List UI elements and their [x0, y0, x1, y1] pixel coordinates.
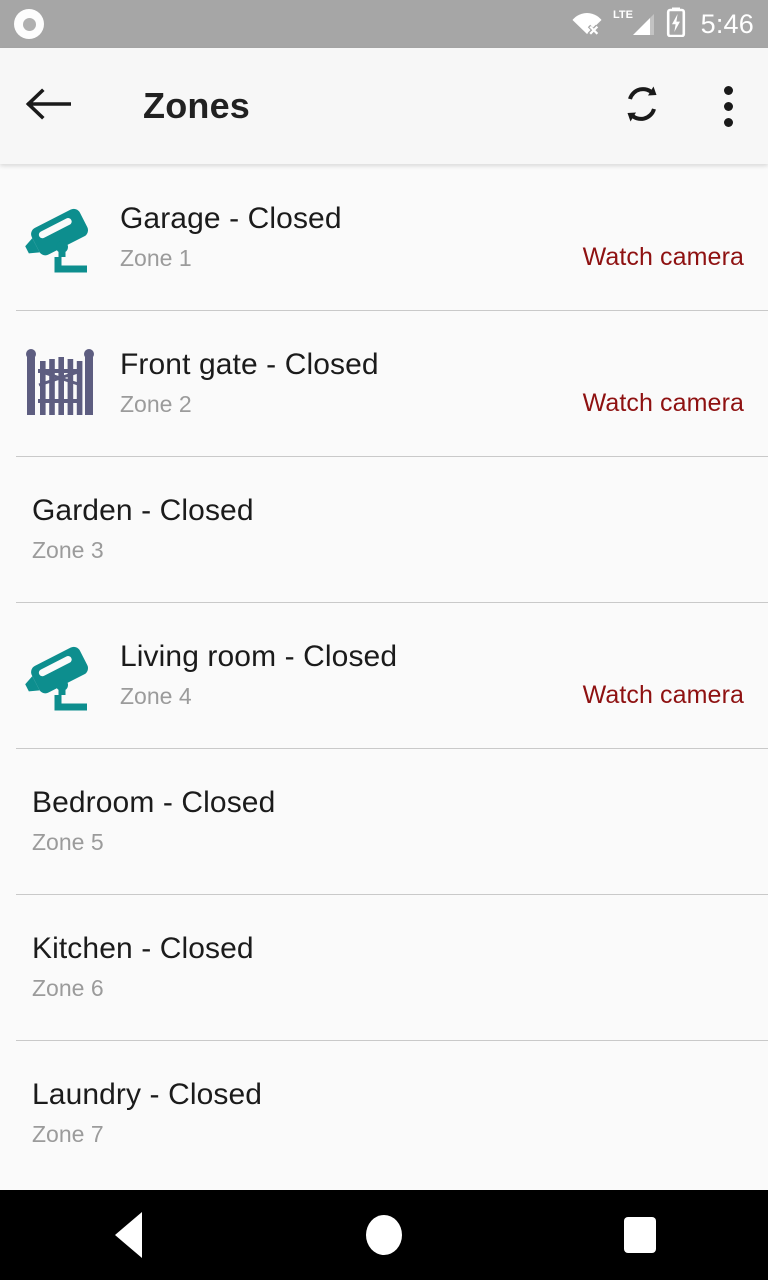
watch-camera-link[interactable]: Watch camera — [583, 243, 744, 272]
zone-subtitle: Zone 6 — [32, 975, 104, 1001]
watch-camera-link[interactable]: Watch camera — [583, 389, 744, 418]
overflow-menu-button[interactable] — [688, 48, 768, 164]
zone-row-text: Kitchen - Closed Zone 6 — [32, 931, 768, 1003]
zone-title: Living room - Closed — [120, 640, 398, 673]
zone-row[interactable]: Garden - Closed Zone 3 — [0, 456, 768, 602]
zone-title: Garage - Closed — [120, 202, 342, 235]
zone-subtitle: Zone 4 — [120, 683, 192, 709]
status-bar-left — [14, 9, 572, 39]
zone-row-text: Living room - Closed Zone 4 — [120, 639, 583, 711]
zone-row-action: Watch camera — [583, 164, 768, 310]
nav-home-circle-icon — [366, 1215, 402, 1255]
zone-row[interactable]: Laundry - Closed Zone 7 — [0, 1040, 768, 1186]
zone-row[interactable]: Front gate - Closed Zone 2 Watch camera — [0, 310, 768, 456]
zone-title: Bedroom - Closed — [32, 786, 276, 819]
status-bar: LTE 5:46 — [0, 0, 768, 48]
wifi-disconnected-icon — [572, 9, 602, 40]
zone-row-text: Laundry - Closed Zone 7 — [32, 1077, 768, 1149]
zone-list[interactable]: Garage - Closed Zone 1 Watch camera Front g… — [0, 164, 768, 1190]
circle-app-icon — [14, 9, 44, 39]
system-navigation-bar — [0, 1190, 768, 1280]
status-bar-right: LTE 5:46 — [572, 7, 754, 42]
refresh-button[interactable] — [596, 48, 688, 164]
battery-charging-icon — [666, 7, 686, 42]
refresh-sync-icon — [620, 82, 664, 131]
gate-icon — [0, 310, 120, 456]
zone-row[interactable]: Bedroom - Closed Zone 5 — [0, 748, 768, 894]
back-button[interactable] — [0, 48, 96, 164]
status-bar-clock: 5:46 — [700, 8, 754, 39]
zone-row[interactable]: Living room - Closed Zone 4 Watch camera — [0, 602, 768, 748]
zone-row-text: Front gate - Closed Zone 2 — [120, 347, 583, 419]
zone-row-text: Bedroom - Closed Zone 5 — [32, 785, 768, 857]
zone-subtitle: Zone 3 — [32, 537, 104, 563]
zone-title: Front gate - Closed — [120, 348, 379, 381]
zone-row[interactable]: Kitchen - Closed Zone 6 — [0, 894, 768, 1040]
app-toolbar: Zones — [0, 48, 768, 164]
zone-row-text: Garage - Closed Zone 1 — [120, 201, 583, 273]
zone-title: Garden - Closed — [32, 494, 254, 527]
back-arrow-icon — [25, 87, 72, 126]
page-title: Zones — [143, 85, 251, 126]
zone-subtitle: Zone 5 — [32, 829, 104, 855]
cellular-signal-icon: LTE — [613, 8, 655, 41]
zone-row-text: Garden - Closed Zone 3 — [32, 493, 768, 565]
zone-title: Kitchen - Closed — [32, 932, 254, 965]
nav-recents-button[interactable] — [565, 1190, 715, 1280]
zone-title: Laundry - Closed — [32, 1078, 263, 1111]
svg-text:LTE: LTE — [613, 9, 633, 21]
zone-subtitle: Zone 1 — [120, 245, 192, 271]
zone-row-action: Watch camera — [583, 310, 768, 456]
overflow-menu-icon — [723, 85, 733, 127]
cctv-camera-icon — [0, 164, 120, 310]
zone-row-action: Watch camera — [583, 602, 768, 748]
nav-home-button[interactable] — [309, 1190, 459, 1280]
nav-back-button[interactable] — [53, 1190, 203, 1280]
zone-row[interactable]: Garage - Closed Zone 1 Watch camera — [0, 164, 768, 310]
cctv-camera-icon — [0, 602, 120, 748]
nav-recents-square-icon — [624, 1217, 656, 1253]
zone-subtitle: Zone 2 — [120, 391, 192, 417]
app-screen: LTE 5:46 Zones Garage - Closed Zone 1 Wa… — [0, 0, 768, 1280]
nav-back-triangle-icon — [114, 1212, 142, 1258]
watch-camera-link[interactable]: Watch camera — [583, 681, 744, 710]
zone-subtitle: Zone 7 — [32, 1121, 104, 1147]
